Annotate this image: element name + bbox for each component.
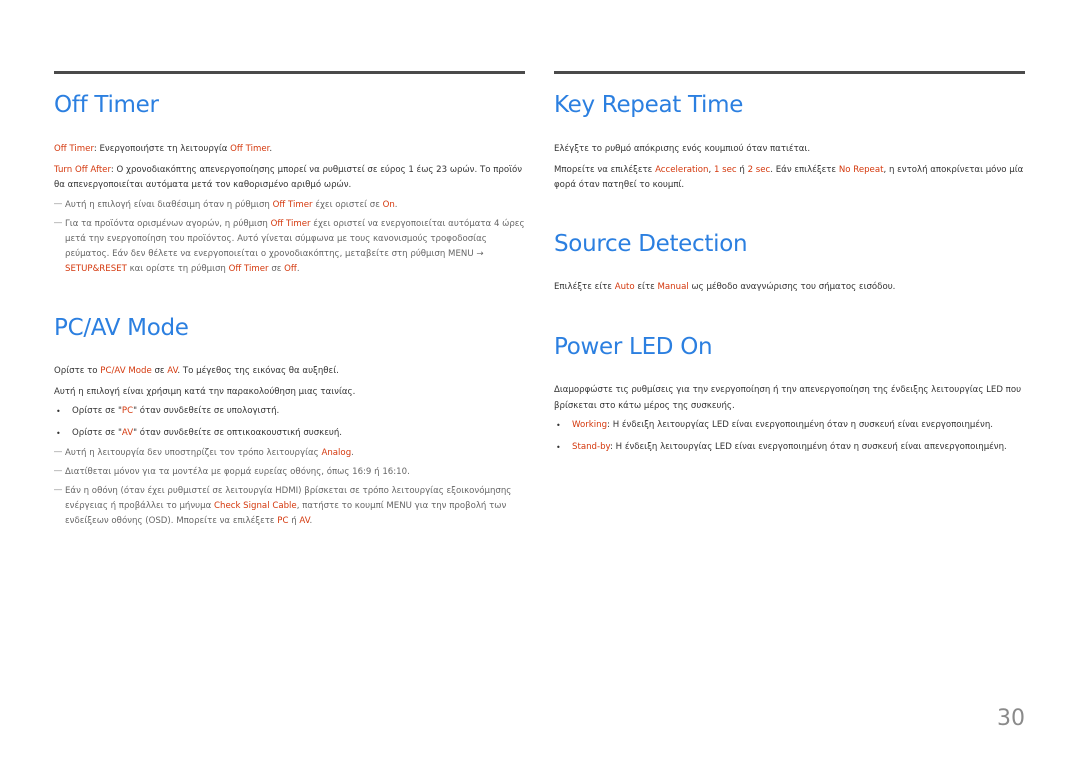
note: ― Αυτή η λειτουργία δεν υποστηρίζει τον τ…: [54, 446, 525, 461]
key-repeat-options: Μπορείτε να επιλέξετε Acceleration, 1 se…: [554, 164, 1024, 191]
note-dash-icon: ―: [54, 485, 62, 494]
power-led-on-heading: Power LED On: [554, 334, 713, 360]
list-item: • Stand-by: Η ένδειξη λειτουργίας LED είν…: [554, 440, 1025, 456]
list-item: • Ορίστε σε "AV" όταν συνδεθείτε σε οπτικ…: [54, 426, 525, 442]
pc-av-mode-usage: Αυτή η επιλογή είναι χρήσιμη κατά την πα…: [54, 386, 356, 397]
bullet-icon: •: [56, 407, 61, 416]
bullet-icon: •: [556, 421, 561, 430]
pc-av-mode-section: PC/AV Mode Ορίστε το PC/AV Mode σε AV. Τ…: [54, 314, 525, 529]
source-detection-desc: Επιλέξτε είτε Auto είτε Manual ως μέθοδο…: [554, 282, 896, 292]
section-divider: [554, 71, 1025, 74]
key-repeat-time-heading: Key Repeat Time: [554, 92, 744, 118]
source-detection-section: Source Detection Επιλέξτε είτε Auto είτε…: [554, 230, 1025, 296]
pc-av-mode-heading: PC/AV Mode: [54, 315, 189, 341]
bullet-icon: •: [556, 442, 561, 452]
note: ― Αυτή η επιλογή είναι διαθέσιμη όταν η ρ…: [54, 198, 525, 213]
turn-off-after-desc: Turn Off After: Ο χρονοδιακόπτης απενεργ…: [54, 164, 523, 191]
right-column: Key Repeat Time Ελέγξτε το ρυθμό απόκρισ…: [554, 71, 1025, 452]
off-timer-heading: Off Timer: [54, 92, 159, 118]
pc-av-mode-desc: Ορίστε το PC/AV Mode σε AV. Το μέγεθος τ…: [54, 366, 339, 376]
bullet-icon: •: [56, 428, 61, 438]
list-item: • Working: Η ένδειξη λειτουργίας LED είνα…: [554, 418, 1025, 434]
page-number: 30: [997, 706, 1025, 731]
note: ― Διατίθεται μόνον για τα μοντέλα με φορμ…: [54, 465, 525, 480]
key-repeat-desc: Ελέγξτε το ρυθμό απόκρισης ενός κουμπιού…: [554, 144, 811, 154]
note: ― Για τα προϊόντα ορισμένων αγορών, η ρύθ…: [54, 217, 525, 277]
section-divider: [54, 71, 525, 74]
left-column: Off Timer Off Timer: Ενεργοποιήστε τη λε…: [54, 71, 525, 526]
key-repeat-time-section: Key Repeat Time Ελέγξτε το ρυθμό απόκρισ…: [554, 91, 1025, 194]
note-dash-icon: ―: [54, 198, 62, 208]
note: ― Εάν η οθόνη (όταν έχει ρυθμιστεί σε λει…: [54, 484, 525, 529]
source-detection-heading: Source Detection: [554, 231, 748, 257]
note-dash-icon: ―: [54, 447, 62, 456]
note-dash-icon: ―: [54, 217, 62, 227]
list-item: • Ορίστε σε "PC" όταν συνδεθείτε σε υπολο…: [54, 404, 525, 420]
off-timer-desc: Off Timer: Ενεργοποιήστε τη λειτουργία O…: [54, 144, 273, 154]
off-timer-section: Off Timer Off Timer: Ενεργοποιήστε τη λε…: [54, 91, 525, 277]
power-led-on-section: Power LED On Διαμορφώστε τις ρυθμίσεις γ…: [554, 333, 1025, 455]
power-led-desc: Διαμορφώστε τις ρυθμίσεις για την ενεργο…: [554, 385, 1022, 411]
note-dash-icon: ―: [54, 466, 62, 475]
